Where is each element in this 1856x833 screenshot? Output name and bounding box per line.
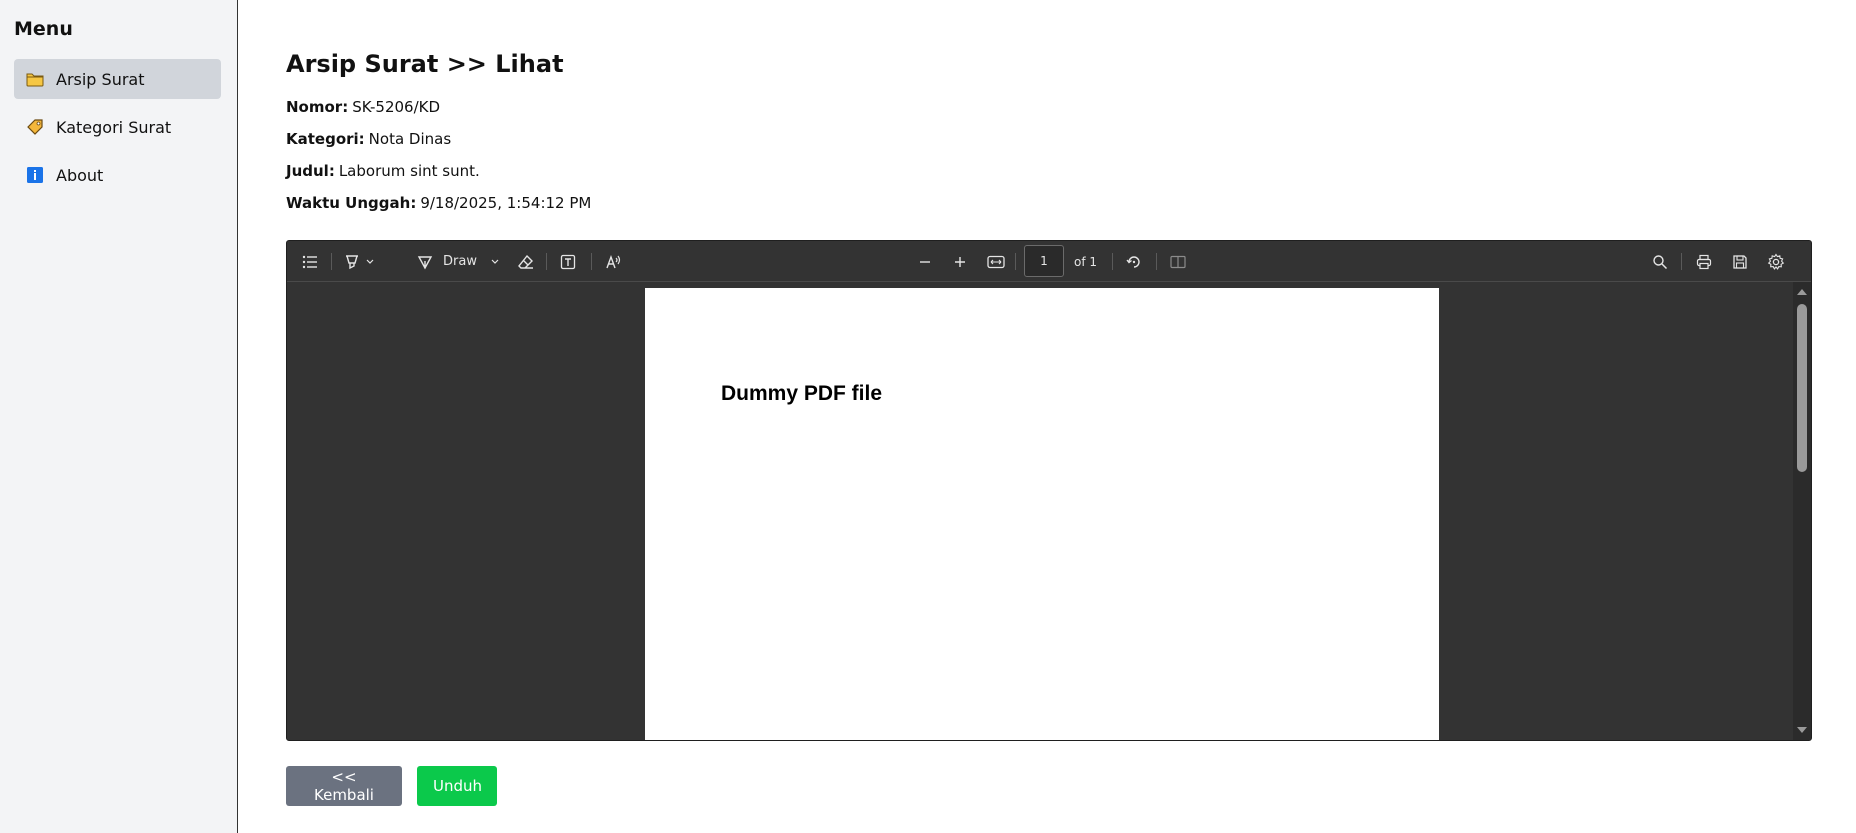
tag-icon [26,118,44,136]
toolbar-separator [1112,253,1113,270]
pdf-scrollbar[interactable] [1793,282,1811,740]
pdf-document-area[interactable]: Dummy PDF file [287,282,1795,740]
meta-waktu-unggah: Waktu Unggah: 9/18/2025, 1:54:12 PM [286,194,591,212]
highlighter-icon [346,254,358,269]
chevron-down-icon [366,259,374,264]
save-button[interactable] [1727,241,1753,282]
sidebar: Menu Arsip Surat Kategori Surat About [0,0,238,833]
sidebar-item-kategori-surat[interactable]: Kategori Surat [14,107,221,147]
toolbar-separator [546,253,547,270]
rotate-button[interactable] [1121,241,1147,282]
meta-value: Laborum sint sunt. [338,162,480,180]
meta-judul: Judul: Laborum sint sunt. [286,162,480,180]
settings-button[interactable] [1763,241,1789,282]
fit-width-button[interactable] [983,241,1009,282]
minus-icon [920,260,930,263]
pdf-page: Dummy PDF file [645,288,1439,740]
toolbar-separator [331,253,332,270]
find-button[interactable] [1647,241,1673,282]
list-icon [302,255,317,268]
toolbar-separator [1156,253,1157,270]
page-title: Arsip Surat >> Lihat [286,50,564,78]
meta-label: Kategori: [286,130,365,148]
highlight-options-dropdown[interactable] [363,241,377,282]
outline-toggle-button[interactable] [297,241,323,282]
draw-label: Draw [443,254,477,269]
meta-value: SK-5206/KD [352,98,441,116]
app-root: Menu Arsip Surat Kategori Surat About Ar… [0,0,1856,833]
highlight-button[interactable] [341,241,363,282]
folder-icon [26,70,44,88]
main-content: Arsip Surat >> Lihat Nomor: SK-5206/KD Ka… [286,0,1816,833]
meta-label: Judul: [286,162,335,180]
meta-label: Nomor: [286,98,349,116]
read-aloud-button[interactable] [601,241,627,282]
pdf-heading: Dummy PDF file [721,382,883,405]
two-page-icon [1170,255,1186,268]
sidebar-title: Menu [14,18,73,40]
printer-icon [1696,254,1712,269]
meta-label: Waktu Unggah: [286,194,417,212]
read-aloud-icon [606,254,621,268]
zoom-in-button[interactable] [947,241,973,282]
sidebar-item-label: Kategori Surat [56,117,172,137]
toolbar-separator [1681,253,1682,270]
meta-kategori: Kategori: Nota Dinas [286,130,451,148]
scroll-up-icon[interactable] [1797,289,1807,295]
meta-nomor: Nomor: SK-5206/KD [286,98,440,116]
eraser-icon [518,254,533,269]
meta-value: 9/18/2025, 1:54:12 PM [420,194,592,212]
page-count: of 1 [1074,254,1098,269]
search-icon [1653,254,1668,269]
chevron-down-icon [491,259,499,264]
gear-icon [1767,253,1785,270]
page-number-input[interactable] [1024,245,1064,277]
toolbar-separator [591,253,592,270]
pdf-viewer: Draw 1 of 1 Dummy PDF file [286,240,1812,741]
scroll-down-icon[interactable] [1797,727,1807,733]
pen-icon [417,255,433,269]
draw-button[interactable]: Draw [407,241,487,282]
fit-width-icon [987,255,1005,268]
sidebar-item-label: About [56,165,104,185]
draw-options-dropdown[interactable] [488,241,502,282]
sidebar-item-about[interactable]: About [14,155,221,195]
save-icon [1733,254,1747,269]
toolbar-separator [1015,253,1016,270]
print-button[interactable] [1691,241,1717,282]
back-button[interactable]: << Kembali [286,766,402,806]
download-button[interactable]: Unduh [417,766,497,806]
sidebar-item-arsip-surat[interactable]: Arsip Surat [14,59,221,99]
page-view-button[interactable] [1165,241,1191,282]
plus-icon [955,256,965,267]
rotate-icon [1126,255,1140,268]
scroll-thumb[interactable] [1797,304,1807,472]
info-icon [26,166,44,184]
sidebar-item-label: Arsip Surat [56,69,145,89]
zoom-out-button[interactable] [912,241,938,282]
erase-button[interactable] [513,241,539,282]
text-box-icon [560,254,576,269]
add-text-button[interactable] [555,241,581,282]
pdf-toolbar: Draw 1 of 1 [287,241,1811,282]
meta-value: Nota Dinas [368,130,452,148]
